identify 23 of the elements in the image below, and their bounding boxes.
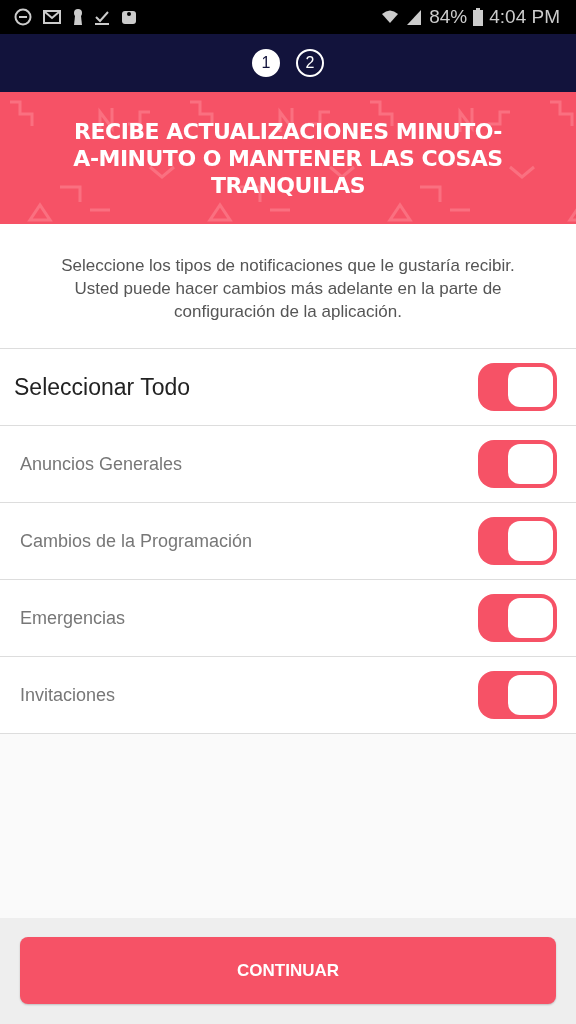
keyhole-icon xyxy=(72,8,84,26)
bag-icon xyxy=(120,8,138,26)
toggle-switch[interactable] xyxy=(478,517,557,565)
do-not-disturb-icon xyxy=(14,8,32,26)
step-indicator: 1 xyxy=(252,49,280,77)
toggle-switch[interactable] xyxy=(478,594,557,642)
banner-title: RECIBE ACTUALIZACIONES MINUTO-A-MINUTO O MANTENER LAS COSAS TRANQUILAS xyxy=(72,117,504,199)
continue-button[interactable]: CONTINUAR xyxy=(20,937,556,1004)
signal-icon xyxy=(405,8,424,26)
toggle-switch[interactable] xyxy=(478,671,557,719)
battery-percentage: 84% xyxy=(429,6,468,28)
mail-icon xyxy=(42,8,62,26)
battery-icon xyxy=(473,8,484,26)
option-label: Cambios de la Programación xyxy=(20,530,253,552)
option-label: Emergencias xyxy=(20,607,126,629)
description-text: Seleccione los tipos de notificaciones que le gustaría recibir. Usted puede hacer cambios más adelante en la parte de configuración de la aplicación. xyxy=(0,224,576,349)
toggle-switch[interactable] xyxy=(478,440,557,488)
option-label: Seleccionar Todo xyxy=(14,373,191,401)
step-indicator: 2 xyxy=(296,49,324,77)
option-label: Anuncios Generales xyxy=(20,453,183,475)
clock: 4:04 PM xyxy=(489,6,560,28)
toggle-switch[interactable] xyxy=(478,363,557,411)
option-label: Invitaciones xyxy=(20,684,116,706)
